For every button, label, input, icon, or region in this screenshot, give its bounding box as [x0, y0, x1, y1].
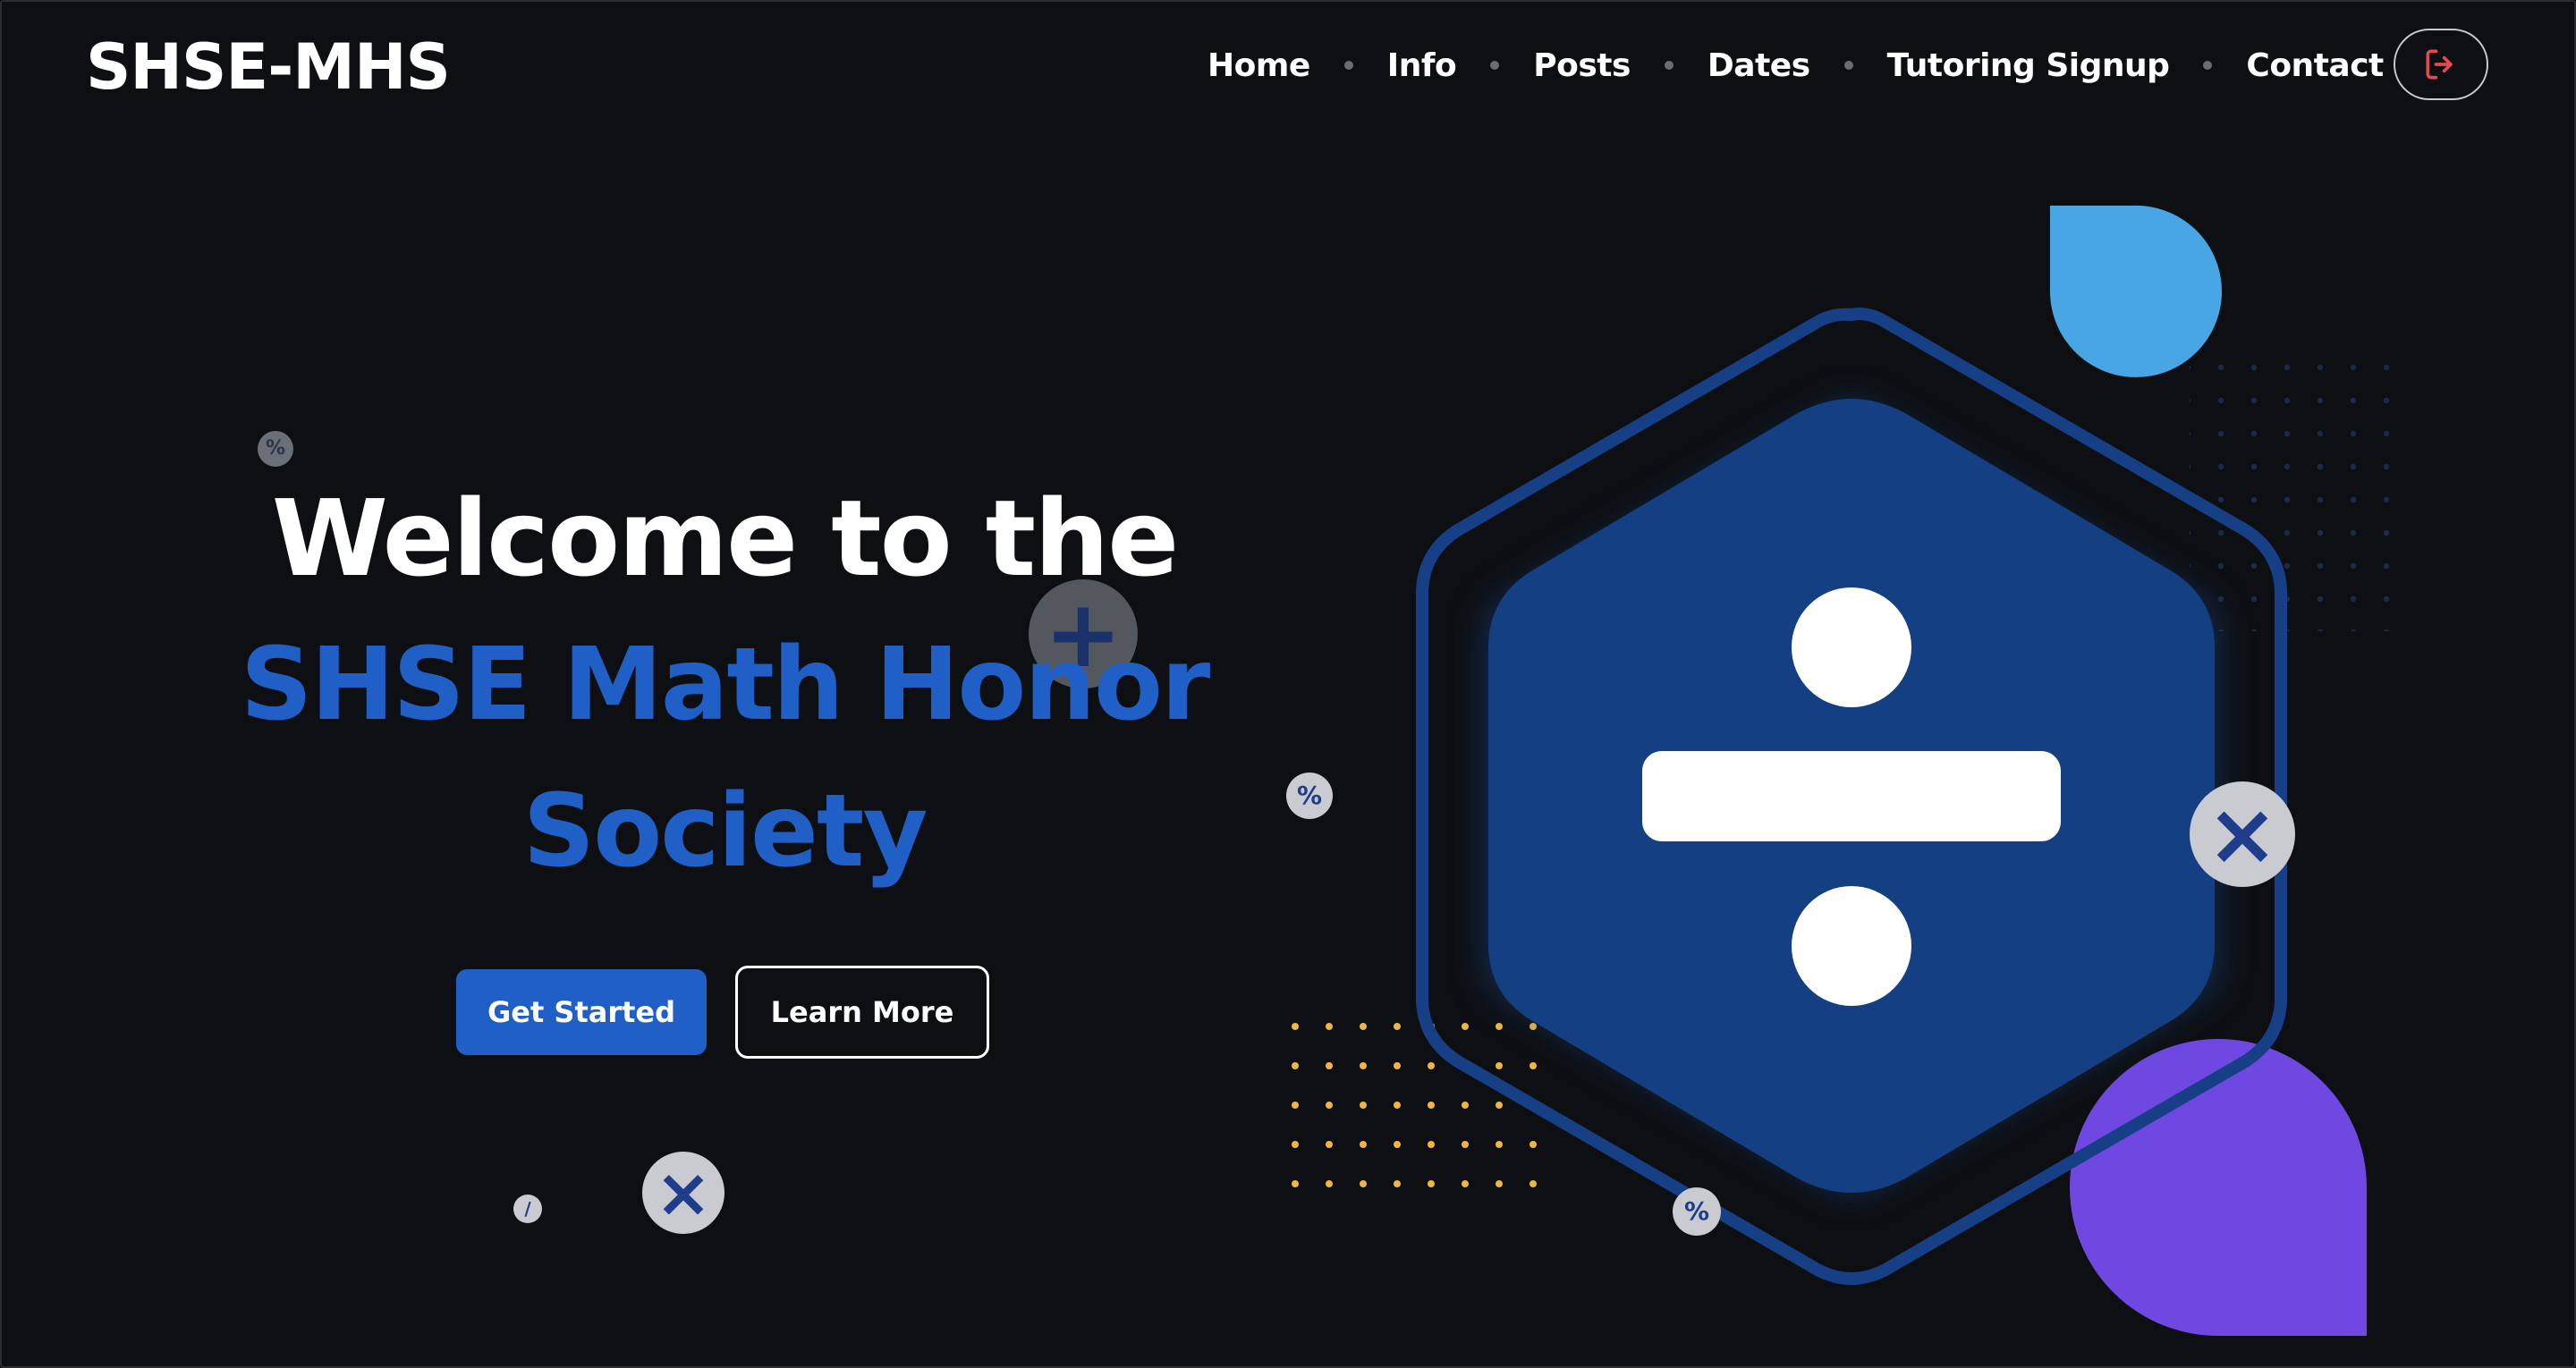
percent-badge-mid: % — [1286, 773, 1333, 819]
percent-badge-bottom: % — [1673, 1187, 1721, 1236]
get-started-button[interactable]: Get Started — [456, 969, 707, 1055]
percent-badge-small: % — [258, 431, 293, 467]
gold-dot-grid — [1265, 998, 1551, 1212]
hero-heading: Welcome to the SHSE Math Honor Society — [206, 465, 1243, 905]
hero-title-line2: SHSE Math Honor — [240, 627, 1210, 743]
hero-title-line3: Society — [522, 773, 928, 890]
slash-badge: / — [513, 1195, 542, 1223]
times-badge-right: × — [2190, 781, 2295, 887]
times-badge-left: × — [642, 1152, 724, 1234]
navy-dot-grid — [2190, 345, 2404, 631]
learn-more-button[interactable]: Learn More — [735, 966, 989, 1059]
hero-title-line1: Welcome to the — [271, 477, 1180, 600]
